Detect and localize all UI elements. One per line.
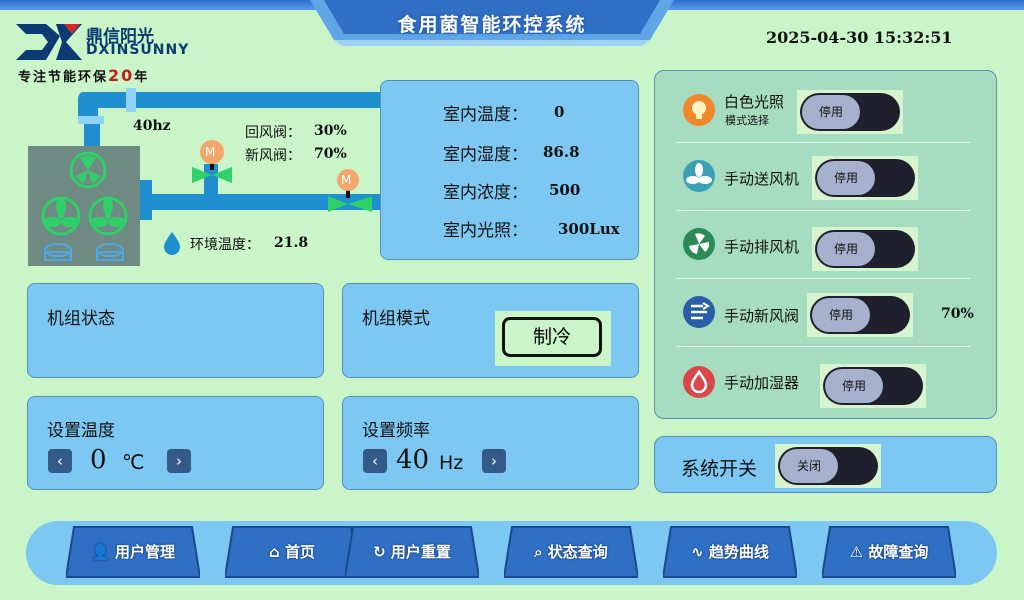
set-freq-panel bbox=[342, 396, 639, 490]
set-freq-decrease-button[interactable]: ‹ bbox=[363, 449, 387, 473]
logo-english-name: DXINSUNNY bbox=[86, 42, 190, 58]
nav-tab-status-query[interactable]: ⌕ 状态查询 bbox=[502, 523, 640, 579]
indoor-humidity-value: 86.8 bbox=[543, 143, 580, 161]
device-divider bbox=[676, 346, 970, 347]
nav-tab-user-management[interactable]: 👤 用户管理 bbox=[64, 523, 202, 579]
unit-status-label: 机组状态 bbox=[47, 309, 115, 329]
humidifier-label: 手动加湿器 bbox=[724, 374, 800, 392]
unit-mode-label: 机组模式 bbox=[362, 309, 430, 329]
device-divider bbox=[676, 142, 970, 143]
indoor-humidity-label: 室内湿度： bbox=[443, 145, 528, 165]
ambient-temp-label: 环境温度： bbox=[190, 237, 260, 253]
indoor-temp-value: 0 bbox=[554, 103, 565, 121]
light-bulb-icon bbox=[683, 94, 715, 126]
company-slogan: 专注节能环保20年 bbox=[18, 66, 150, 85]
return-valve-motor-label: M bbox=[205, 145, 216, 159]
user-icon: 👤 bbox=[91, 543, 115, 561]
white-light-mode-label: 模式选择 bbox=[725, 114, 769, 127]
toggle-knob: 停用 bbox=[802, 95, 860, 129]
humidifier-toggle[interactable]: 停用 bbox=[823, 367, 923, 405]
nav-tab-fault-query[interactable]: ⚠ 故障查询 bbox=[820, 523, 958, 579]
nav-label: ↻ 用户重置 bbox=[373, 543, 451, 561]
supply-fan-toggle-wrap: 停用 bbox=[812, 156, 918, 200]
system-switch-toggle[interactable]: 关闭 bbox=[778, 447, 878, 485]
fresh-air-valve-toggle-wrap: 停用 bbox=[807, 293, 913, 337]
unit-status-panel bbox=[27, 283, 324, 378]
indoor-concentration-label: 室内浓度： bbox=[443, 183, 528, 203]
toggle-knob: 停用 bbox=[817, 232, 875, 266]
set-freq-label: 设置频率 bbox=[362, 421, 430, 441]
fresh-air-valve-toggle[interactable]: 停用 bbox=[810, 296, 910, 334]
compressor-frequency: 40hz bbox=[133, 118, 171, 134]
nav-label: ⌕ 状态查询 bbox=[534, 543, 608, 561]
indoor-concentration-value: 500 bbox=[549, 181, 581, 199]
set-freq-increase-button[interactable]: › bbox=[482, 449, 506, 473]
fresh-valve-label: 新风阀： bbox=[245, 148, 301, 164]
exhaust-fan-icon bbox=[683, 228, 715, 260]
fresh-valve-value: 70% bbox=[314, 146, 347, 162]
home-icon: ⌂ bbox=[269, 543, 285, 561]
supply-fan-label: 手动送风机 bbox=[724, 170, 800, 188]
indoor-light-value: 300Lux bbox=[558, 220, 620, 238]
device-divider bbox=[676, 278, 970, 279]
set-temp-label: 设置温度 bbox=[47, 421, 115, 441]
set-temp-unit: ℃ bbox=[122, 450, 145, 474]
white-light-toggle-wrap: 停用 bbox=[797, 90, 903, 134]
fresh-valve-motor-label: M bbox=[341, 173, 352, 187]
datetime-display: 2025-04-30 15:32:51 bbox=[766, 28, 953, 47]
nav-label: ∿ 趋势曲线 bbox=[691, 543, 769, 561]
toggle-knob: 关闭 bbox=[780, 449, 838, 483]
humidifier-toggle-wrap: 停用 bbox=[820, 364, 926, 408]
white-light-toggle[interactable]: 停用 bbox=[800, 93, 900, 131]
reset-icon: ↻ bbox=[373, 543, 391, 561]
fresh-air-valve-label: 手动新风阀 bbox=[724, 307, 800, 325]
supply-fan-toggle[interactable]: 停用 bbox=[815, 159, 915, 197]
system-switch-label: 系统开关 bbox=[681, 458, 758, 480]
fresh-air-valve-value: 70% bbox=[941, 306, 974, 322]
nav-tab-home[interactable]: ⌂ 首页 bbox=[223, 523, 361, 579]
nav-label: ⚠ 故障查询 bbox=[849, 543, 929, 561]
company-logo-icon bbox=[16, 24, 82, 60]
toggle-knob: 停用 bbox=[812, 298, 870, 332]
set-freq-value[interactable]: 40 bbox=[396, 445, 429, 475]
set-freq-unit: Hz bbox=[439, 452, 464, 474]
white-light-label: 白色光照 bbox=[724, 93, 785, 111]
toggle-knob: 停用 bbox=[825, 369, 883, 403]
set-temp-increase-button[interactable]: › bbox=[167, 449, 191, 473]
indoor-light-label: 室内光照： bbox=[443, 221, 528, 241]
nav-tab-trend-curve[interactable]: ∿ 趋势曲线 bbox=[661, 523, 799, 579]
toggle-knob: 停用 bbox=[817, 161, 875, 195]
set-temp-decrease-button[interactable]: ‹ bbox=[48, 449, 72, 473]
fresh-air-valve-icon bbox=[683, 296, 715, 328]
page-title: 食用菌智能环控系统 bbox=[397, 14, 587, 36]
nav-label: 👤 用户管理 bbox=[91, 543, 175, 561]
exhaust-fan-toggle-wrap: 停用 bbox=[812, 227, 918, 271]
search-icon: ⌕ bbox=[534, 543, 548, 561]
humidifier-icon bbox=[683, 366, 715, 398]
unit-mode-cooling-button[interactable]: 制冷 bbox=[502, 317, 602, 357]
nav-label: ⌂ 首页 bbox=[269, 543, 315, 561]
warning-icon: ⚠ bbox=[849, 543, 869, 561]
indoor-temp-label: 室内温度： bbox=[443, 105, 528, 125]
set-temp-panel bbox=[27, 396, 324, 490]
set-temp-value[interactable]: 0 bbox=[90, 445, 107, 475]
trend-icon: ∿ bbox=[691, 543, 709, 561]
nav-tab-user-reset[interactable]: ↻ 用户重置 bbox=[343, 523, 481, 579]
exhaust-fan-toggle[interactable]: 停用 bbox=[815, 230, 915, 268]
return-valve-label: 回风阀： bbox=[245, 125, 301, 141]
system-switch-toggle-wrap: 关闭 bbox=[775, 444, 881, 488]
return-valve-value: 30% bbox=[314, 123, 347, 139]
exhaust-fan-label: 手动排风机 bbox=[724, 238, 800, 256]
ambient-temp-value: 21.8 bbox=[274, 235, 309, 251]
supply-fan-icon bbox=[683, 160, 715, 192]
device-divider bbox=[676, 210, 970, 211]
